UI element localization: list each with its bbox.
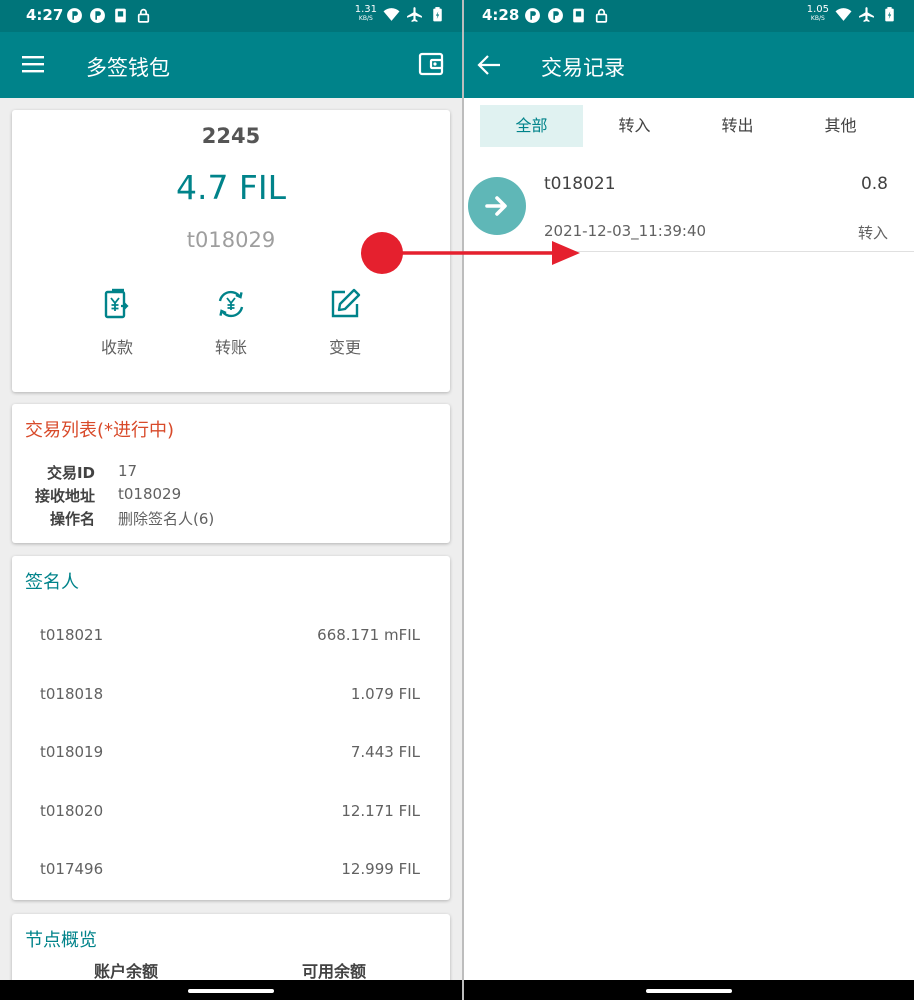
edit-icon [331,288,361,318]
sim-card-icon [115,8,126,23]
status-bar: 4:28 1.05 KB/S [464,0,914,32]
page-title: 多签钱包 [86,56,170,80]
edit-label: 变更 [328,338,361,357]
multisig-wallet-screen: 4:27 1.31KB/S 多签钱包 2245 4.7 FIL t018029 [0,0,462,1000]
status-system-icons: 1.31 KB/S [355,5,446,23]
sim-card-icon [573,8,584,23]
transaction-id-key: 交易ID [46,464,95,482]
net-speed: 1.31 KB/S [354,4,377,23]
wallet-summary-card: 2245 4.7 FIL t018029 收款 转账 变更 [12,110,450,392]
status-notification-icons [66,7,152,24]
operation-name-value: 删除签名人(6) [118,510,215,528]
transfer-icon [218,290,244,318]
menu-icon[interactable] [22,53,46,77]
wallet-name: 2245 [201,124,261,148]
wifi-icon [835,7,852,21]
receive-button[interactable]: 收款 [72,286,162,358]
signer-balance: 668.171 mFIL [317,626,420,644]
signer-balance: 12.171 FIL [341,802,420,820]
home-indicator[interactable] [188,989,274,993]
notification-p-icon [67,8,82,23]
record-address: t018021 [544,174,616,194]
status-time: 4:28 [482,6,520,24]
gesture-nav-bar [464,980,914,1000]
wallet-address[interactable]: t018029 [12,228,450,252]
arrow-right-icon [485,196,507,216]
tab-all[interactable]: 全部 [480,105,583,147]
signer-row[interactable]: t018019 7.443 FIL [40,743,420,763]
signer-row[interactable]: t018020 12.171 FIL [40,802,420,822]
signer-row[interactable]: t018021 668.171 mFIL [40,626,420,646]
notification-p-icon [525,8,540,23]
status-bar: 4:27 1.31 KB/S [0,0,462,32]
operation-name-key: 操作名 [49,510,95,528]
signer-address: t018018 [40,685,104,703]
record-type: 转入 [857,224,888,242]
back-arrow-icon[interactable] [476,52,502,78]
node-overview-title: 节点概览 [25,930,97,951]
available-balance-header: 可用余额 [302,962,367,981]
receiver-address-value: t018029 [118,485,182,503]
transaction-record-row[interactable]: t018021 0.8 2021-12-03_11:39:40 转入 [464,160,914,252]
notification-p-icon [548,8,563,23]
wallet-icon[interactable] [418,51,444,77]
account-balance-header: 账户余额 [94,962,159,981]
lock-icon [595,8,608,23]
tab-incoming[interactable]: 转入 [583,105,686,147]
signers-card: 签名人 t018021 668.171 mFIL t018018 1.079 F… [12,556,450,900]
tab-outgoing[interactable]: 转出 [686,105,789,147]
signer-address: t018019 [40,743,104,761]
wallet-balance: 4.7 FIL [175,168,287,207]
battery-icon [885,6,894,21]
signer-row[interactable]: t018018 1.079 FIL [40,685,420,705]
gesture-nav-bar [0,980,462,1000]
signer-address: t018021 [40,626,104,644]
net-speed: 1.05 KB/S [806,4,829,23]
notification-p-icon [90,8,105,23]
transaction-id-value: 17 [118,462,138,480]
battery-icon [433,6,442,21]
transfer-button[interactable]: 转账 [186,286,276,358]
home-indicator[interactable] [646,989,732,993]
receiver-address-key: 接收地址 [34,487,95,505]
transaction-history-screen: 4:28 1.05 KB/S 交易记录 全部 转入 转出 其他 t018021 0… [464,0,914,1000]
record-amount: 0.8 [860,174,888,194]
transfer-label: 转账 [214,338,247,357]
signer-row[interactable]: t017496 12.999 FIL [40,860,420,880]
status-system-icons: 1.05 KB/S [807,5,898,23]
transactions-title: 交易列表(*进行中) [25,420,175,441]
status-time: 4:27 [26,6,64,24]
airplane-icon [407,6,422,22]
app-toolbar: 交易记录 [464,32,914,98]
receive-icon [104,288,129,319]
edit-button[interactable]: 变更 [300,286,390,358]
signer-balance: 7.443 FIL [350,743,420,761]
status-notification-icons [524,7,610,24]
wifi-icon [383,7,400,21]
record-time: 2021-12-03_11:39:40 [544,222,707,240]
receive-label: 收款 [100,338,133,357]
signers-title: 签名人 [25,572,79,593]
tab-other[interactable]: 其他 [789,105,892,147]
signer-address: t017496 [40,860,104,878]
filter-tabs: 全部 转入 转出 其他 [480,105,894,147]
signer-address: t018020 [40,802,104,820]
airplane-icon [859,6,874,22]
lock-icon [137,8,150,23]
page-title: 交易记录 [541,56,625,80]
pending-transactions-card[interactable]: 交易列表(*进行中) 交易ID 17 接收地址 t018029 操作名 删除签名… [12,404,450,543]
app-toolbar: 多签钱包 [0,32,462,98]
incoming-avatar [468,177,526,235]
signer-balance: 12.999 FIL [341,860,420,878]
signer-balance: 1.079 FIL [350,685,420,703]
